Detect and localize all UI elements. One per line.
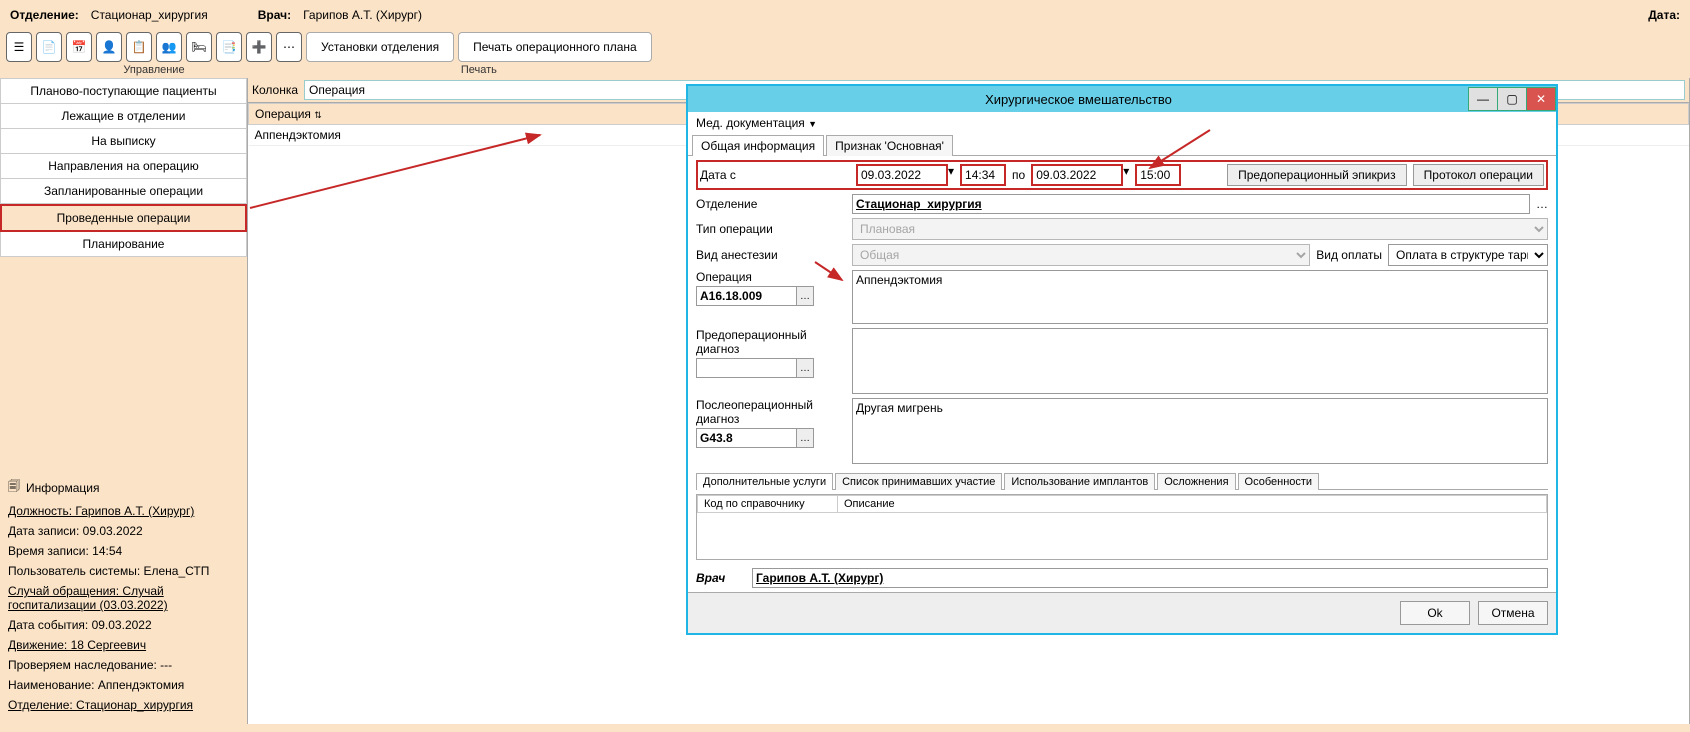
preop-code-input[interactable] <box>696 358 796 378</box>
doctor-value[interactable]: Гарипов А.Т. (Хирург) <box>299 6 426 24</box>
dialog-titlebar[interactable]: Хирургическое вмешательство — ▢ ✕ <box>688 86 1556 112</box>
ribbon-icon-5[interactable]: 📋 <box>126 32 152 62</box>
postop-text[interactable]: Другая мигрень <box>852 398 1548 464</box>
time-from-input[interactable] <box>960 164 1006 186</box>
department-input[interactable] <box>852 194 1530 214</box>
nav-done-ops[interactable]: Проведенные операции <box>0 204 247 232</box>
nav-list: Планово-поступающие пациенты Лежащие в о… <box>0 78 247 257</box>
ribbon-icon-7[interactable]: 🛏 <box>186 32 212 62</box>
menu-med-docs[interactable]: Мед. документация ▼ <box>696 116 817 130</box>
postop-code-input[interactable] <box>696 428 796 448</box>
label-postop-diag: Послеоперационный диагноз <box>696 398 846 426</box>
info-record-date: Дата записи: 09.03.2022 <box>8 524 239 538</box>
doctor-input[interactable] <box>752 568 1548 588</box>
info-icon: 🗐 <box>8 477 20 498</box>
info-panel: 🗐 Информация Должность: Гарипов А.Т. (Хир… <box>0 471 247 724</box>
payment-select[interactable]: Оплата в структуре тарифа <box>1388 244 1548 266</box>
dept-settings-button[interactable]: Установки отделения <box>306 32 454 62</box>
department-lookup[interactable]: … <box>1536 197 1548 211</box>
doctor-label: Врач: <box>258 8 291 22</box>
label-preop-diag: Предоперационный диагноз <box>696 328 846 356</box>
dtab-extra-services[interactable]: Дополнительные услуги <box>696 473 833 490</box>
info-position[interactable]: Должность: Гарипов А.Т. (Хирург) <box>8 504 239 518</box>
date-from-input[interactable] <box>856 164 948 186</box>
info-record-time: Время записи: 14:54 <box>8 544 239 558</box>
dept-value[interactable]: Стационар_хирургия <box>87 6 212 24</box>
surgery-dialog: Хирургическое вмешательство — ▢ ✕ Мед. д… <box>686 84 1558 635</box>
preop-text[interactable] <box>852 328 1548 394</box>
top-bar: Отделение: Стационар_хирургия Врач: Гари… <box>0 0 1690 30</box>
op-type-select: Плановая <box>852 218 1548 240</box>
ribbon-group-manage-label: Управление <box>123 64 184 76</box>
info-name: Наименование: Аппендэктомия <box>8 678 239 692</box>
nav-discharge[interactable]: На выписку <box>0 129 247 154</box>
label-op-type: Тип операции <box>696 222 846 236</box>
chevron-down-icon: ▼ <box>808 119 817 129</box>
tab-general[interactable]: Общая информация <box>692 135 824 156</box>
label-doctor: Врач <box>696 571 746 585</box>
ribbon-icon-8[interactable]: 📑 <box>216 32 242 62</box>
info-inherit: Проверяем наследование: --- <box>8 658 239 672</box>
maximize-button[interactable]: ▢ <box>1497 87 1527 111</box>
date-from-picker[interactable]: ▾ <box>948 164 954 186</box>
info-movement[interactable]: Движение: 18 Сергеевич <box>8 638 239 652</box>
cancel-button[interactable]: Отмена <box>1478 601 1548 625</box>
label-date-from: Дата с <box>700 168 850 182</box>
dtab-implants[interactable]: Использование имплантов <box>1004 473 1155 490</box>
inner-table[interactable]: Код по справочнику Описание <box>696 494 1548 560</box>
close-button[interactable]: ✕ <box>1526 87 1556 111</box>
col-op[interactable]: Операция <box>255 107 311 121</box>
dtab-complications[interactable]: Осложнения <box>1157 473 1235 490</box>
preop-epicrisis-button[interactable]: Предоперационный эпикриз <box>1227 164 1407 186</box>
print-plan-button[interactable]: Печать операционного плана <box>458 32 652 62</box>
time-to-input[interactable] <box>1135 164 1181 186</box>
info-event-date: Дата события: 09.03.2022 <box>8 618 239 632</box>
operation-text[interactable]: Аппендэктомия <box>852 270 1548 324</box>
preop-code-lookup[interactable]: … <box>796 358 814 378</box>
info-title: Информация <box>26 481 99 495</box>
ok-button[interactable]: Ok <box>1400 601 1470 625</box>
grid-filter-label: Колонка <box>252 83 298 97</box>
ribbon-icon-1[interactable]: ☰ <box>6 32 32 62</box>
info-user: Пользователь системы: Елена_СТП <box>8 564 239 578</box>
left-sidebar: Планово-поступающие пациенты Лежащие в о… <box>0 78 248 724</box>
info-case[interactable]: Случай обращения: Случай госпитализации … <box>8 584 239 612</box>
ribbon: ☰ 📄 📅 👤 📋 👥 🛏 📑 ➕ ⋯ Управление Установки… <box>0 30 1690 78</box>
ribbon-icon-4[interactable]: 👤 <box>96 32 122 62</box>
inner-col-desc[interactable]: Описание <box>838 496 1547 513</box>
protocol-button[interactable]: Протокол операции <box>1413 164 1544 186</box>
ribbon-icon-9[interactable]: ➕ <box>246 32 272 62</box>
sort-icon[interactable]: ⇅ <box>314 110 322 120</box>
anesthesia-select: Общая <box>852 244 1310 266</box>
ribbon-icon-more[interactable]: ⋯ <box>276 32 302 62</box>
nav-op-referrals[interactable]: Направления на операцию <box>0 154 247 179</box>
date-to-input[interactable] <box>1031 164 1123 186</box>
label-department: Отделение <box>696 197 846 211</box>
ribbon-icon-2[interactable]: 📄 <box>36 32 62 62</box>
date-to-picker[interactable]: ▾ <box>1123 164 1129 186</box>
label-payment: Вид оплаты <box>1316 248 1382 262</box>
minimize-button[interactable]: — <box>1468 87 1498 111</box>
nav-inpatients[interactable]: Лежащие в отделении <box>0 104 247 129</box>
dtab-features[interactable]: Особенности <box>1238 473 1320 490</box>
operation-code-input[interactable] <box>696 286 796 306</box>
label-operation: Операция <box>696 270 846 284</box>
tab-main-flag[interactable]: Признак 'Основная' <box>826 135 953 156</box>
dtab-participants[interactable]: Список принимавших участие <box>835 473 1002 490</box>
label-to: по <box>1012 168 1025 182</box>
postop-code-lookup[interactable]: … <box>796 428 814 448</box>
inner-col-code[interactable]: Код по справочнику <box>698 496 838 513</box>
ribbon-icon-3[interactable]: 📅 <box>66 32 92 62</box>
date-label: Дата: <box>1648 8 1680 22</box>
nav-planned-ops[interactable]: Запланированные операции <box>0 179 247 204</box>
nav-planned-incoming[interactable]: Планово-поступающие пациенты <box>0 78 247 104</box>
info-dept[interactable]: Отделение: Стационар_хирургия <box>8 698 239 712</box>
ribbon-icon-6[interactable]: 👥 <box>156 32 182 62</box>
nav-planning[interactable]: Планирование <box>0 232 247 257</box>
label-anesthesia: Вид анестезии <box>696 248 846 262</box>
operation-code-lookup[interactable]: … <box>796 286 814 306</box>
ribbon-group-print-label: Печать <box>461 64 497 76</box>
dept-label: Отделение: <box>10 8 79 22</box>
dialog-title: Хирургическое вмешательство <box>688 92 1469 107</box>
